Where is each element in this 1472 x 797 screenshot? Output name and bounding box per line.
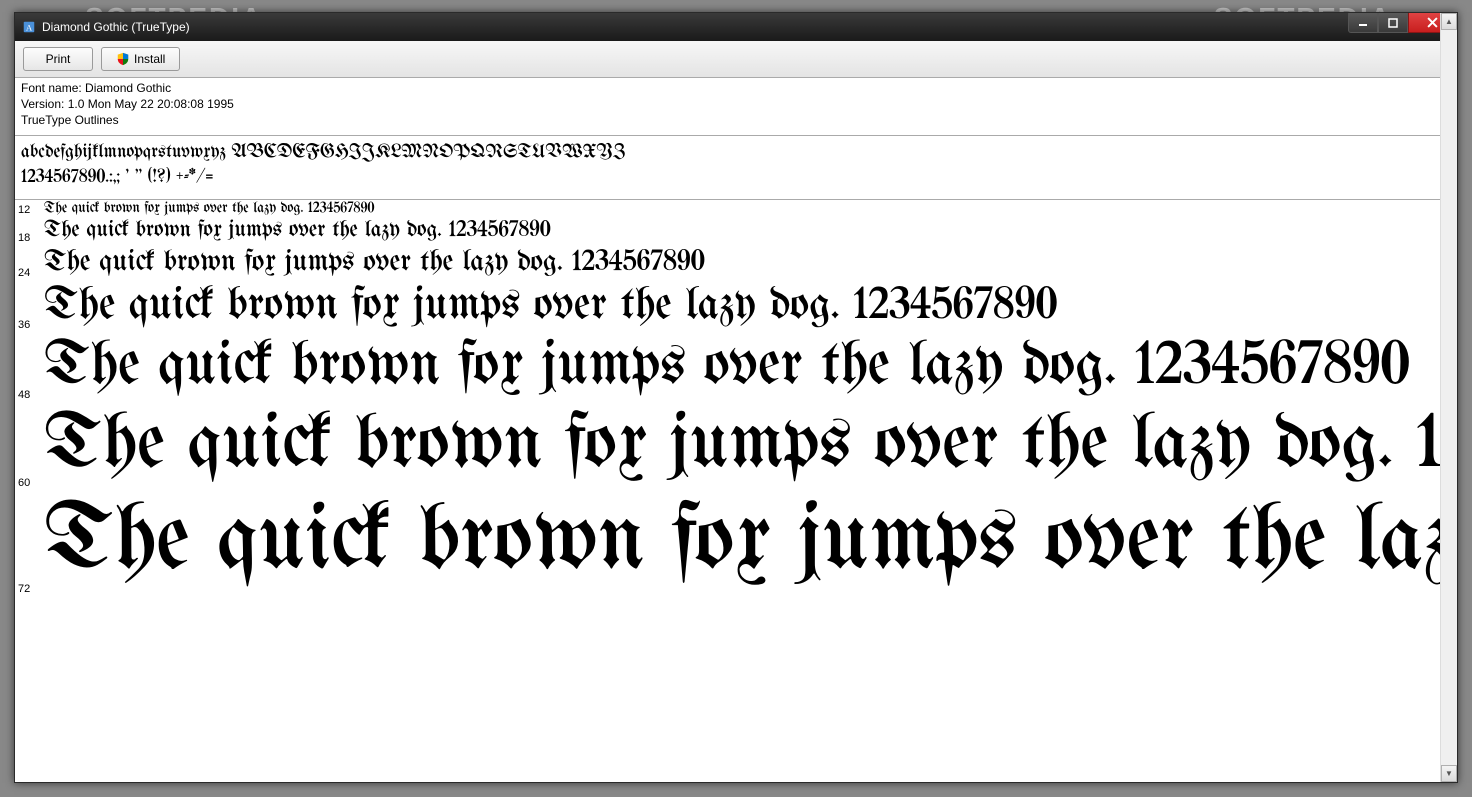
- sample-text: The quick brown fox jumps over the lazy …: [44, 218, 551, 245]
- minimize-button[interactable]: [1348, 13, 1378, 33]
- sample-list: 12The quick brown fox jumps over the laz…: [15, 200, 1440, 782]
- sample-size-label: 36: [18, 319, 44, 333]
- maximize-button[interactable]: [1378, 13, 1408, 33]
- sample-row: 72The quick brown fox jumps over the laz…: [15, 491, 1440, 596]
- charset-digits-symbols: 1234567890.:,; ' " (!?) +-*/=: [21, 165, 1434, 191]
- print-button[interactable]: Print: [23, 47, 93, 71]
- shield-icon: [116, 52, 130, 66]
- sample-size-label: 24: [18, 267, 44, 281]
- sample-size-label: 72: [18, 583, 44, 597]
- sample-row: 12The quick brown fox jumps over the laz…: [15, 200, 1440, 219]
- font-metadata: Font name: Diamond Gothic Version: 1.0 M…: [15, 78, 1440, 133]
- sample-text: The quick brown fox jumps over the lazy …: [44, 200, 374, 219]
- sample-row: 36The quick brown fox jumps over the laz…: [15, 281, 1440, 334]
- vertical-scrollbar[interactable]: ▲ ▼: [1440, 78, 1457, 782]
- sample-text: The quick brown fox jumps over the lazy …: [44, 333, 1410, 403]
- version-line: Version: 1.0 Mon May 22 20:08:08 1995: [21, 96, 1434, 112]
- font-name-line: Font name: Diamond Gothic: [21, 80, 1434, 96]
- sample-row: 18The quick brown fox jumps over the laz…: [15, 218, 1440, 245]
- titlebar[interactable]: A Diamond Gothic (TrueType): [15, 13, 1457, 41]
- sample-row: 48The quick brown fox jumps over the laz…: [15, 333, 1440, 403]
- sample-size-label: 48: [18, 389, 44, 403]
- character-set: abcdefghijklmnopqrstuvwxyz ABCDEFGHIJKLM…: [15, 136, 1440, 197]
- sample-row: 60The quick brown fox jumps over the laz…: [15, 403, 1440, 491]
- install-button-label: Install: [134, 52, 165, 66]
- sample-text: The quick brown fox jumps over the lazy …: [44, 403, 1440, 491]
- scroll-down-button[interactable]: ▼: [1441, 765, 1457, 782]
- charset-lowercase-uppercase: abcdefghijklmnopqrstuvwxyz ABCDEFGHIJKLM…: [21, 140, 1434, 166]
- sample-row: 24The quick brown fox jumps over the laz…: [15, 246, 1440, 281]
- print-button-label: Print: [46, 52, 71, 66]
- app-icon: A: [21, 19, 37, 35]
- font-viewer-window: A Diamond Gothic (TrueType) Print: [14, 12, 1458, 783]
- svg-text:A: A: [26, 23, 33, 33]
- toolbar: Print Install: [15, 41, 1457, 78]
- content-area: Font name: Diamond Gothic Version: 1.0 M…: [15, 78, 1457, 782]
- sample-size-label: 60: [18, 477, 44, 491]
- sample-text: The quick brown fox jumps over the lazy …: [44, 491, 1440, 596]
- sample-text: The quick brown fox jumps over the lazy …: [44, 246, 705, 281]
- install-button[interactable]: Install: [101, 47, 180, 71]
- window-title: Diamond Gothic (TrueType): [42, 20, 190, 34]
- sample-size-label: 12: [18, 204, 44, 218]
- outline-line: TrueType Outlines: [21, 112, 1434, 128]
- sample-size-label: 18: [18, 232, 44, 246]
- sample-text: The quick brown fox jumps over the lazy …: [44, 281, 1057, 334]
